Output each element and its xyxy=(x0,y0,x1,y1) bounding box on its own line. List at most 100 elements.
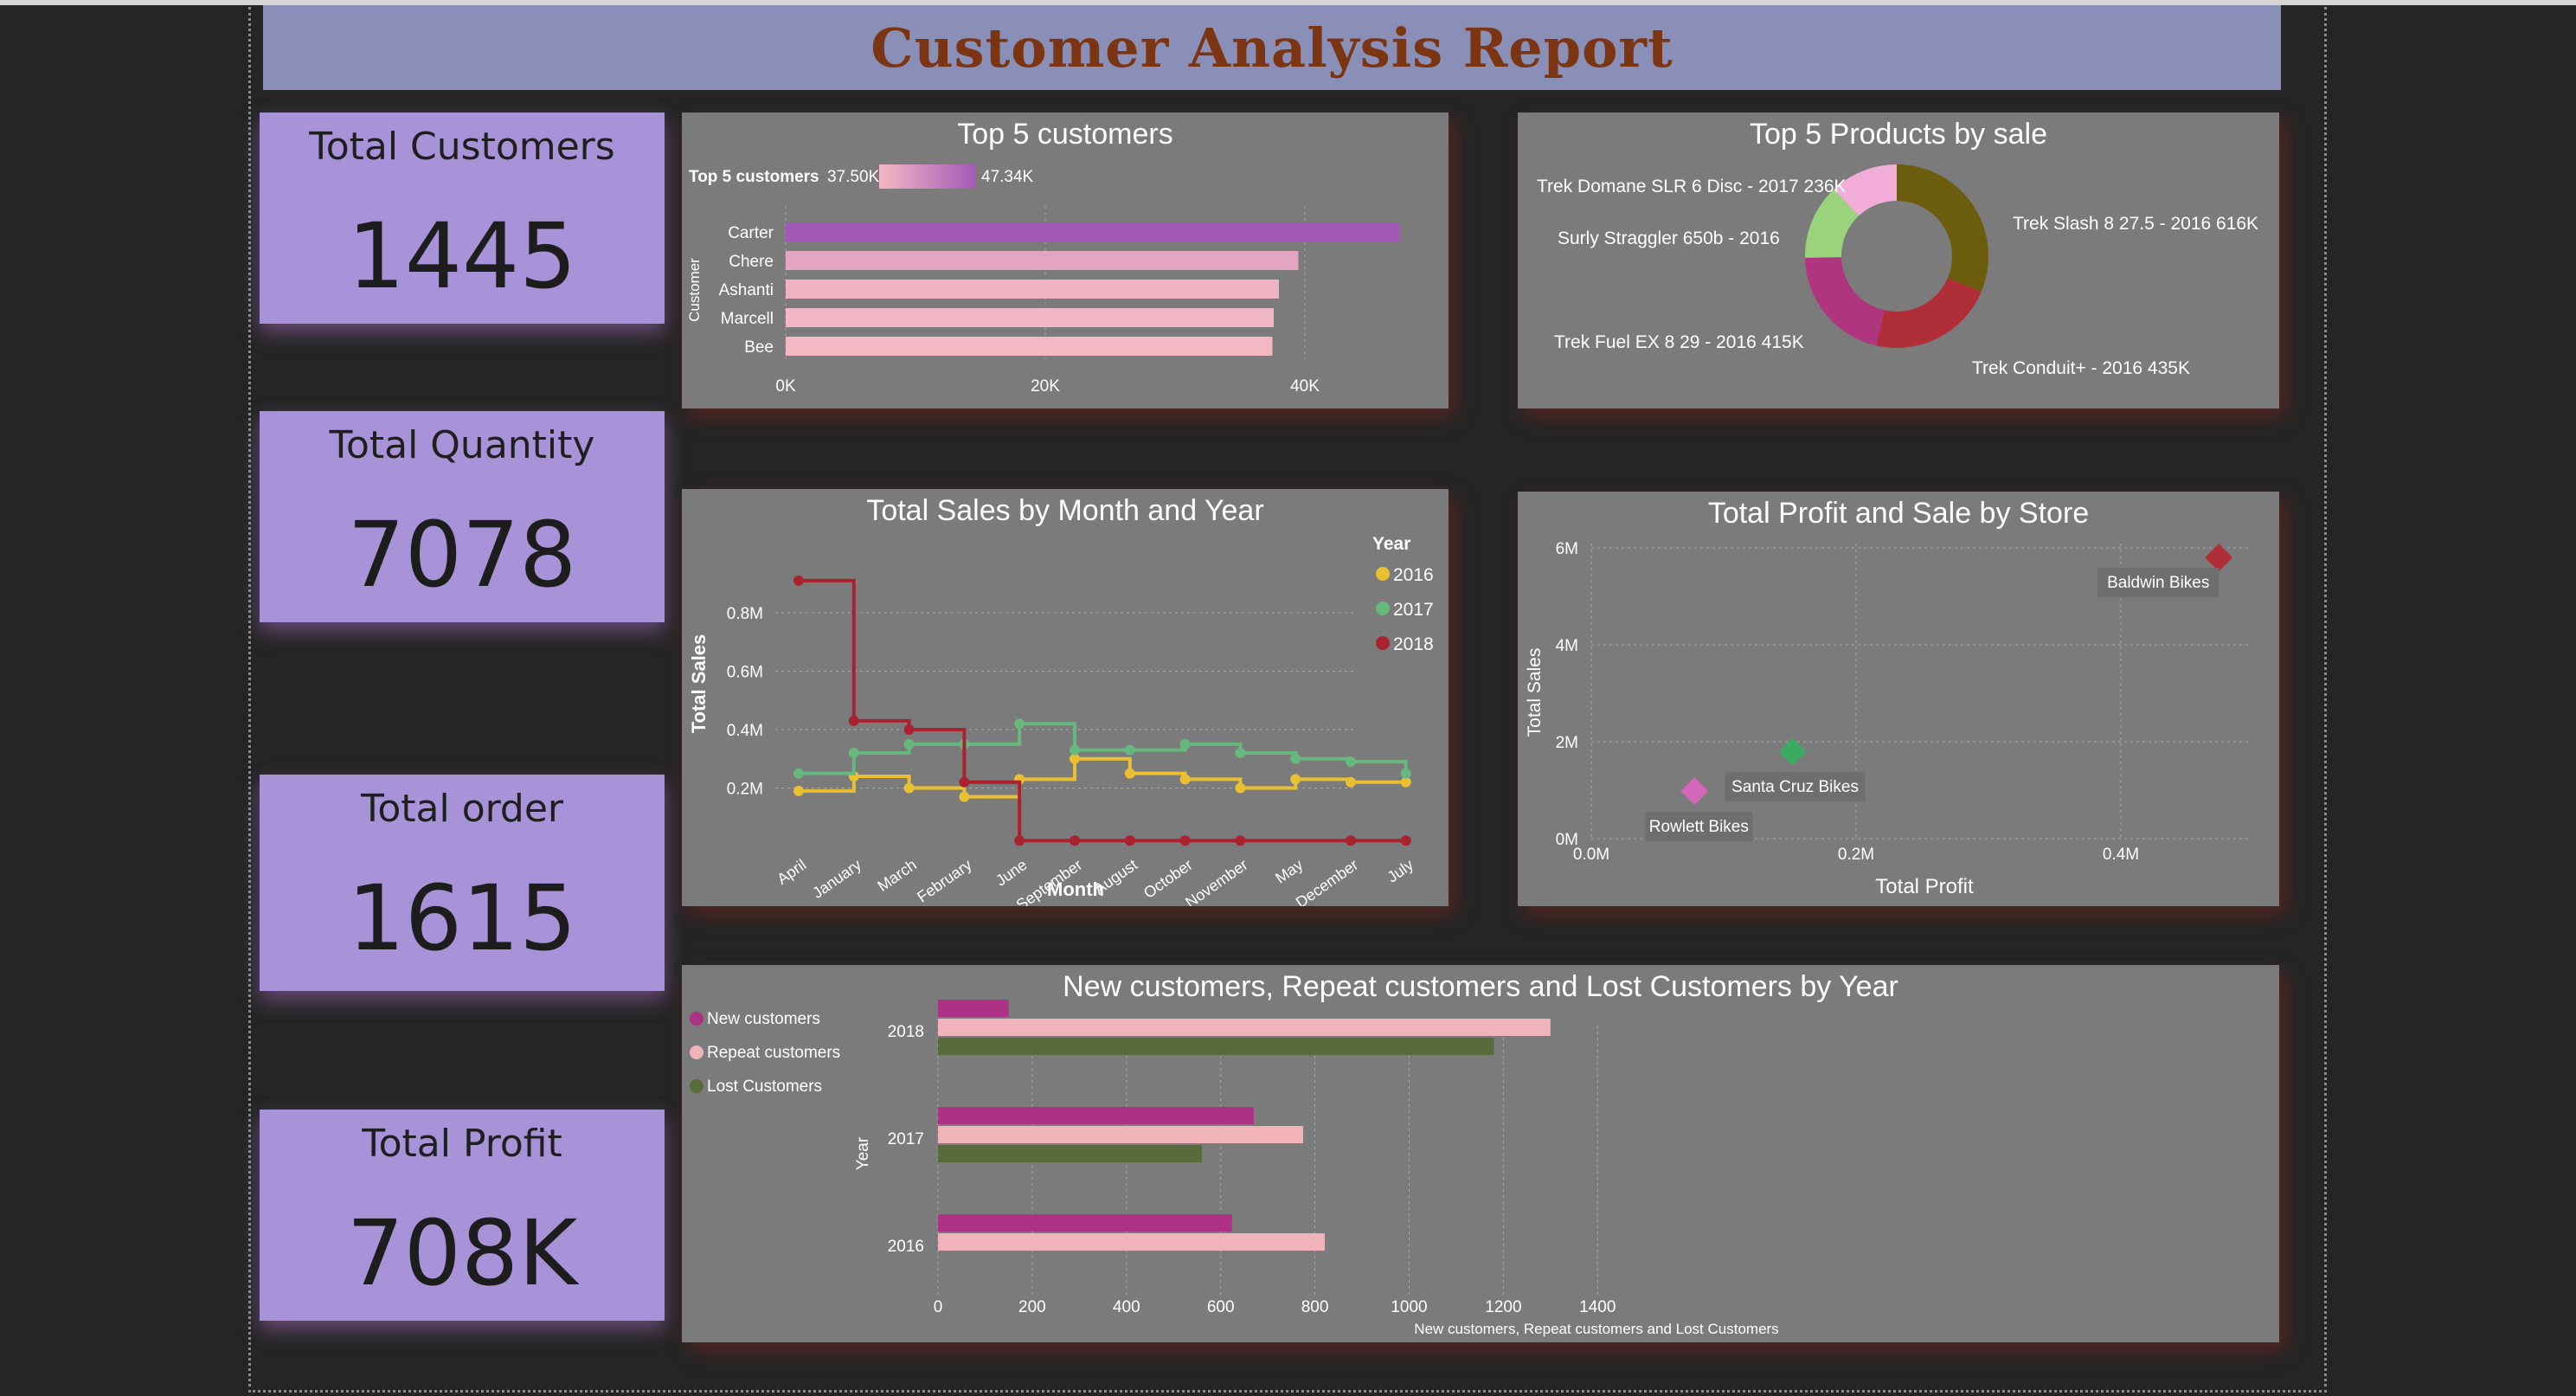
data-point xyxy=(1124,768,1135,779)
kpi-label: Total Profit xyxy=(362,1122,562,1166)
bar xyxy=(786,222,1401,241)
series-line xyxy=(799,756,1406,799)
data-point xyxy=(1400,835,1411,846)
data-label: Rowlett Bikes xyxy=(1649,818,1749,836)
data-point xyxy=(1014,835,1025,846)
legend-label: 2018 xyxy=(1393,634,1434,654)
bar xyxy=(786,280,1279,299)
x-tick-label: 200 xyxy=(1018,1298,1046,1316)
legend-label: 2017 xyxy=(1393,600,1434,620)
x-tick-label: June xyxy=(992,856,1030,890)
data-point xyxy=(1235,748,1246,758)
bar xyxy=(786,251,1299,270)
kpi-value: 1615 xyxy=(347,865,577,971)
kpi-card-total-profit[interactable]: Total Profit 708K xyxy=(260,1110,665,1321)
title-banner: Customer Analysis Report xyxy=(263,5,2281,90)
slice-label: Trek Fuel EX 8 29 - 2016 415K xyxy=(1554,332,1804,352)
category-label: 2017 xyxy=(888,1130,924,1148)
bar xyxy=(938,1233,1326,1251)
y-tick-label: 0.8M xyxy=(727,605,763,623)
report-canvas: Customer Analysis Report Total Customers… xyxy=(0,0,2576,1396)
data-point xyxy=(1179,835,1191,846)
category-label: Bee xyxy=(744,338,774,357)
data-point xyxy=(848,748,859,758)
kpi-card-total-quantity[interactable]: Total Quantity 7078 xyxy=(260,411,665,622)
x-tick-label: 1400 xyxy=(1579,1298,1616,1316)
data-point xyxy=(1179,738,1191,749)
scatter-point xyxy=(1778,737,1807,766)
bar xyxy=(938,1019,1551,1036)
x-tick-label: 1200 xyxy=(1485,1298,1521,1316)
kpi-card-total-order[interactable]: Total order 1615 xyxy=(260,775,665,991)
x-tick-label: May xyxy=(1272,856,1306,887)
data-point xyxy=(1346,835,1356,846)
kpi-value: 7078 xyxy=(347,502,577,608)
data-label: Santa Cruz Bikes xyxy=(1731,778,1859,796)
profit-sale-store-chart[interactable]: 0M2M4M6M0.0M 0.2M 0.4MBaldwin BikesSanta C… xyxy=(1518,492,2279,906)
top-products-panel[interactable]: Top 5 Products by sale Trek Slash 8 27.5… xyxy=(1518,113,2279,409)
profit-sale-store-panel[interactable]: Total Profit and Sale by Store 0M 2M 4M 6M 0… xyxy=(1518,492,2279,906)
y-tick-label: 6M xyxy=(1556,540,1578,558)
data-point xyxy=(848,715,859,726)
category-label: 2016 xyxy=(888,1238,924,1256)
data-point xyxy=(1070,744,1080,756)
data-point xyxy=(903,738,915,749)
data-point xyxy=(1290,774,1301,785)
legend-marker xyxy=(1376,636,1390,650)
x-tick-label: July xyxy=(1384,856,1416,886)
kpi-card-total-customers[interactable]: Total Customers 1445 xyxy=(260,113,665,324)
kpi-label: Total Quantity xyxy=(329,423,595,467)
customer-types-chart[interactable]: 0 200 400 600 800 1000 1200 1400 2018 2017 2016 New… xyxy=(682,965,2279,1342)
x-tick-label: 400 xyxy=(1113,1298,1140,1316)
top-customers-panel[interactable]: Top 5 customers Top 5 customers 37.50K 47.… xyxy=(682,113,1449,409)
legend-label: Lost Customers xyxy=(707,1078,822,1096)
sales-by-month-panel[interactable]: Total Sales by Month and Year 0.2M 0.4M 0.… xyxy=(682,489,1449,906)
data-point xyxy=(903,782,915,794)
data-point xyxy=(1346,776,1356,788)
kpi-value: 708K xyxy=(346,1200,578,1306)
bar xyxy=(786,308,1274,327)
sales-by-month-chart[interactable]: 0.2M 0.4M 0.6M 0.8M 2016 2017 2018 Year April Jan… xyxy=(682,489,1449,906)
data-point xyxy=(1014,718,1025,730)
legend-marker xyxy=(690,1079,703,1093)
data-point xyxy=(959,776,970,788)
data-point xyxy=(793,575,804,586)
data-point xyxy=(1070,835,1080,846)
customer-types-panel[interactable]: New customers, Repeat customers and Lost… xyxy=(682,965,2279,1342)
y-tick-label: 0.6M xyxy=(727,664,763,682)
x-tick-label: 0K xyxy=(775,377,796,396)
bar xyxy=(786,337,1273,356)
data-point xyxy=(1235,782,1246,794)
series-line xyxy=(799,722,1408,775)
top-products-chart[interactable]: Trek Slash 8 27.5 - 2016 616K Trek Condui… xyxy=(1518,113,2279,409)
legend-title: Top 5 customers xyxy=(689,168,819,186)
bar xyxy=(938,1126,1303,1143)
legend-label: Repeat customers xyxy=(707,1044,840,1062)
report-title: Customer Analysis Report xyxy=(870,16,1673,80)
x-tick-label: 0 xyxy=(934,1298,943,1316)
category-label: Marcell xyxy=(721,310,774,328)
legend-label: 2016 xyxy=(1393,565,1434,585)
x-tick-label: 20K xyxy=(1031,377,1060,396)
bar xyxy=(938,1038,1494,1055)
donut-slice xyxy=(1897,164,1988,293)
x-axis-title: New customers, Repeat customers and Lost… xyxy=(1414,1321,1778,1337)
y-tick-label: 0.4M xyxy=(727,722,763,740)
legend-marker xyxy=(1376,567,1390,581)
x-tick-label: 0.2M xyxy=(1838,846,1874,864)
bar xyxy=(938,1107,1254,1124)
category-label: Chere xyxy=(729,253,774,271)
x-tick-label: 0.4M xyxy=(2103,846,2139,864)
slice-label: Surly Straggler 650b - 2016 xyxy=(1558,228,1780,248)
y-axis-title: Total Sales xyxy=(688,634,710,734)
x-tick-label: 600 xyxy=(1207,1298,1235,1316)
kpi-label: Total Customers xyxy=(309,125,615,169)
top-customers-chart[interactable]: Top 5 customers 37.50K 47.34K 0K 20K 40K Carte… xyxy=(682,113,1449,409)
data-point xyxy=(1179,774,1191,785)
y-tick-label: 4M xyxy=(1556,637,1578,655)
category-label: Carter xyxy=(728,224,774,242)
legend-marker xyxy=(690,1045,703,1059)
kpi-value: 1445 xyxy=(347,203,577,309)
gradient-legend xyxy=(879,164,976,189)
x-tick-label: 40K xyxy=(1290,377,1320,396)
